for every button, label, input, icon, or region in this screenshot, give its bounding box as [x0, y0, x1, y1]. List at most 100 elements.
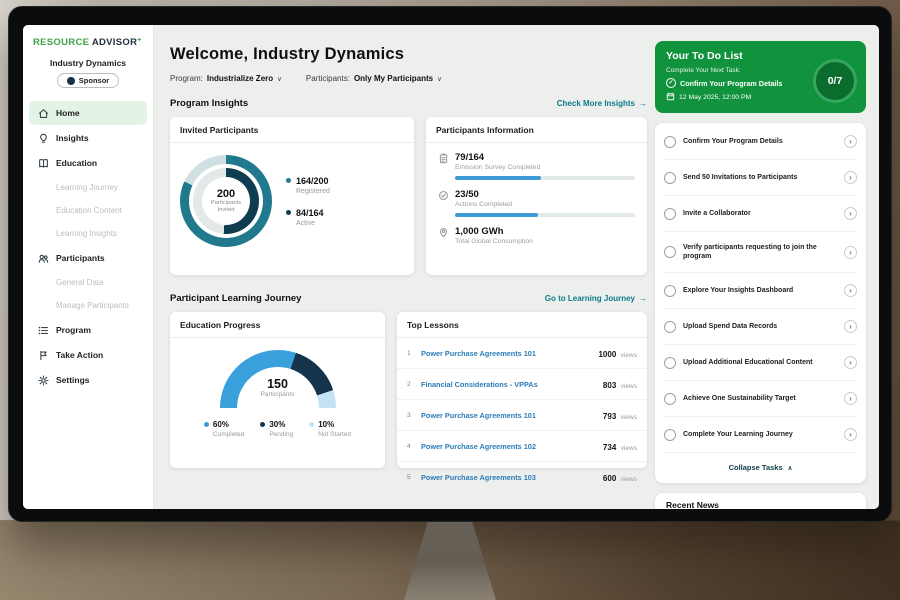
go-to-learning-journey-link[interactable]: Go to Learning Journey → — [545, 294, 647, 303]
program-filter-dropdown[interactable]: Program: Industrialize Zero ∨ — [170, 74, 282, 83]
top-lessons-card: Top Lessons 1 Power Purchase Agreements … — [397, 312, 647, 468]
sidebar-item-home[interactable]: Home — [29, 101, 147, 125]
sidebar-item-general-data[interactable]: General Data — [23, 271, 153, 294]
lesson-link[interactable]: Power Purchase Agreements 101 — [421, 411, 596, 420]
task-row[interactable]: Complete Your Learning Journey › — [664, 417, 857, 453]
logo-plus: + — [137, 37, 141, 44]
task-checkbox[interactable] — [664, 172, 676, 184]
chevron-right-icon[interactable]: › — [844, 135, 857, 148]
sidebar-item-education[interactable]: Education — [29, 151, 147, 175]
chevron-right-icon[interactable]: › — [844, 428, 857, 441]
learning-journey-header: Participant Learning Journey Go to Learn… — [170, 293, 647, 304]
chevron-right-icon[interactable]: › — [844, 207, 857, 220]
sidebar-item-learning-journey[interactable]: Learning Journey — [23, 176, 153, 199]
chevron-up-icon: ∧ — [788, 464, 793, 472]
task-row[interactable]: Achieve One Sustainability Target › — [664, 381, 857, 417]
lesson-row: 1 Power Purchase Agreements 101 1000 vie… — [397, 338, 647, 369]
participants-filter-value: Only My Participants — [354, 74, 433, 83]
check-circle-icon: ✓ — [666, 78, 676, 88]
org-name: Industry Dynamics — [23, 58, 153, 68]
recent-news-title: Recent News — [666, 500, 855, 509]
sidebar-item-manage-participants[interactable]: Manage Participants — [23, 294, 153, 317]
filters-row: Program: Industrialize Zero ∨ Participan… — [170, 74, 647, 83]
lesson-link[interactable]: Power Purchase Agreements 102 — [421, 442, 596, 451]
program-insights-header: Program Insights Check More Insights → — [170, 98, 647, 109]
chevron-right-icon[interactable]: › — [844, 392, 857, 405]
sponsor-icon — [67, 77, 75, 85]
chevron-right-icon[interactable]: › — [844, 246, 857, 259]
task-checkbox[interactable] — [664, 321, 676, 333]
location-pin-icon — [438, 227, 449, 238]
card-title: Participants Information — [426, 117, 647, 143]
education-progress-card: Education Progress 150 Participants 60 — [170, 312, 385, 468]
participants-filter-dropdown[interactable]: Participants: Only My Participants ∨ — [306, 74, 442, 83]
card-title: Top Lessons — [397, 312, 647, 338]
task-row[interactable]: Invite a Collaborator › — [664, 196, 857, 232]
lesson-row: 2 Financial Considerations - VPPAs 803 v… — [397, 369, 647, 400]
sidebar-item-settings[interactable]: Settings — [29, 368, 147, 392]
sidebar-item-take-action[interactable]: Take Action — [29, 343, 147, 367]
task-row[interactable]: Confirm Your Program Details › — [664, 124, 857, 160]
todo-panel: Your To Do List Complete Your Next Task:… — [655, 41, 866, 509]
sidebar-item-participants[interactable]: Participants — [29, 246, 147, 270]
todo-hero-card: Your To Do List Complete Your Next Task:… — [655, 41, 866, 113]
task-row[interactable]: Explore Your Insights Dashboard › — [664, 273, 857, 309]
lesson-link[interactable]: Power Purchase Agreements 103 — [421, 473, 596, 482]
sidebar-item-learning-insights[interactable]: Learning Insights — [23, 222, 153, 245]
collapse-tasks-button[interactable]: Collapse Tasks ∧ — [664, 453, 857, 482]
learning-cards-row: Education Progress 150 Participants 60 — [170, 312, 647, 468]
stat-emission-survey: 79/164 Emission Survey Completed — [438, 152, 635, 180]
task-checkbox[interactable] — [664, 136, 676, 148]
app-logo: RESOURCE ADVISOR+ — [33, 37, 143, 48]
chevron-right-icon[interactable]: › — [844, 356, 857, 369]
sidebar-item-program[interactable]: Program — [29, 318, 147, 342]
legend-completed: 60% Completed — [204, 420, 244, 438]
sidebar-item-education-content[interactable]: Education Content — [23, 199, 153, 222]
sponsor-badge: Sponsor — [57, 73, 119, 88]
task-checkbox[interactable] — [664, 208, 676, 220]
task-row[interactable]: Upload Spend Data Records › — [664, 309, 857, 345]
task-row[interactable]: Verify participants requesting to join t… — [664, 232, 857, 273]
not-started-dot — [309, 422, 314, 427]
pending-dot — [260, 422, 265, 427]
lesson-row: 5 Power Purchase Agreements 103 600 view… — [397, 462, 647, 492]
invited-participants-card: Invited Participants 200 Participants In… — [170, 117, 414, 275]
donut-legend: 164/200 Registered 84/164 Active — [286, 176, 330, 227]
sponsor-label: Sponsor — [79, 76, 109, 85]
check-more-insights-link[interactable]: Check More Insights → — [557, 99, 647, 108]
sidebar-item-insights[interactable]: Insights — [29, 126, 147, 150]
task-row[interactable]: Upload Additional Educational Content › — [664, 345, 857, 381]
lesson-link[interactable]: Power Purchase Agreements 101 — [421, 349, 591, 358]
chevron-right-icon[interactable]: › — [844, 320, 857, 333]
legend-pending: 30% Pending — [260, 420, 293, 438]
task-checkbox[interactable] — [664, 246, 676, 258]
flag-icon — [38, 350, 49, 361]
check-target-icon — [438, 190, 449, 201]
task-checkbox[interactable] — [664, 429, 676, 441]
completed-dot — [204, 422, 209, 427]
lesson-row: 3 Power Purchase Agreements 101 793 view… — [397, 400, 647, 431]
sidebar-item-label: Home — [56, 108, 80, 118]
calendar-icon — [666, 92, 675, 103]
program-filter-value: Industrialize Zero — [207, 74, 273, 83]
background-scene: RESOURCE ADVISOR+ Industry Dynamics Spon… — [0, 0, 900, 600]
task-checkbox[interactable] — [664, 357, 676, 369]
list-icon — [38, 325, 49, 336]
task-row[interactable]: Send 50 Invitations to Participants › — [664, 160, 857, 196]
sidebar-item-label: Participants — [56, 253, 105, 263]
todo-task-list: Confirm Your Program Details › Send 50 I… — [655, 123, 866, 483]
task-checkbox[interactable] — [664, 285, 676, 297]
emission-survey-progress-bar — [455, 176, 635, 180]
task-checkbox[interactable] — [664, 393, 676, 405]
next-task-link[interactable]: ✓ Confirm Your Program Details — [666, 78, 801, 88]
card-title: Invited Participants — [170, 117, 414, 143]
stat-actions-completed: 23/50 Actions Completed — [438, 189, 635, 217]
arrow-right-icon: → — [639, 99, 647, 108]
monitor-bezel: RESOURCE ADVISOR+ Industry Dynamics Spon… — [8, 6, 892, 522]
chevron-right-icon[interactable]: › — [844, 284, 857, 297]
sidebar-item-label: Take Action — [56, 350, 103, 360]
active-dot — [286, 210, 291, 215]
arrow-right-icon: → — [639, 294, 647, 303]
lesson-link[interactable]: Financial Considerations - VPPAs — [421, 380, 596, 389]
chevron-right-icon[interactable]: › — [844, 171, 857, 184]
